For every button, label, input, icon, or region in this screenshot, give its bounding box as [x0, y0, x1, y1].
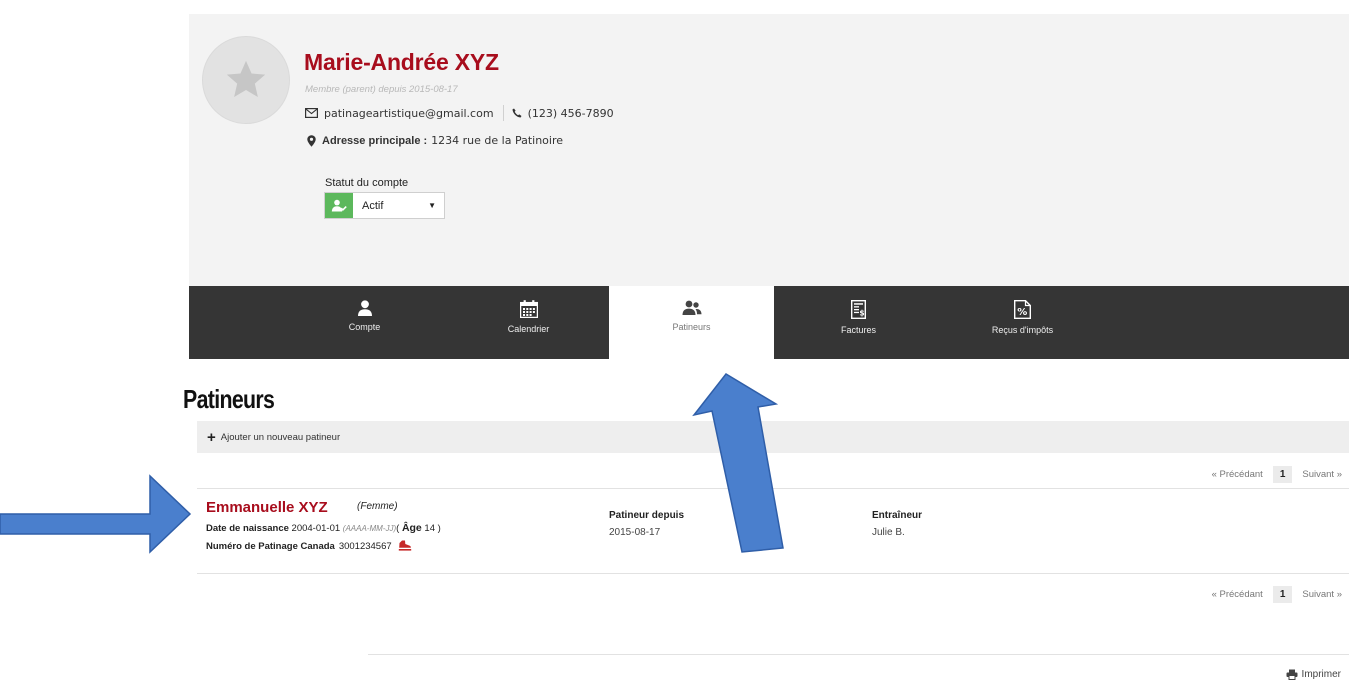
invoice-icon: $ [851, 300, 866, 319]
phone-icon [512, 108, 522, 118]
number-value: 3001234567 [338, 540, 392, 552]
tab-recus-impots[interactable]: % Reçus d'impôts [940, 286, 1105, 359]
skater-since-label: Patineur depuis [609, 510, 685, 521]
percent-receipt-icon: % [1014, 300, 1031, 319]
tab-factures-label: Factures [840, 325, 876, 335]
pager-page[interactable]: 1 [1272, 466, 1293, 483]
tab-factures[interactable]: $ Factures [776, 286, 941, 359]
status-select[interactable]: Actif ▼ [324, 192, 445, 219]
profile-header: Marie-Andrée XYZ Membre (parent) depuis … [189, 14, 1349, 286]
coach-label: Entraîneur [872, 510, 923, 521]
status-label: Statut du compte [325, 177, 409, 189]
address-line: Adresse principale : 1234 rue de la Pati… [307, 134, 563, 147]
pager-prev[interactable]: « Précédant [1212, 589, 1263, 600]
member-since: Membre (parent) depuis 2015-08-17 [305, 84, 458, 95]
address-label: Adresse principale : [322, 134, 428, 147]
plus-icon: + [207, 428, 216, 446]
pager-page[interactable]: 1 [1272, 586, 1293, 603]
printer-icon [1286, 669, 1298, 680]
pagination-bottom: « Précédant 1 Suivant » [1212, 586, 1342, 603]
users-icon [682, 300, 701, 315]
tab-compte[interactable]: Compte [282, 286, 447, 359]
skater-since-value: 2015-08-17 [609, 527, 661, 538]
skater-age: ( Âge 14 ) [396, 522, 441, 534]
envelope-icon [305, 108, 318, 118]
skate-icon [398, 540, 411, 551]
user-icon [357, 300, 372, 316]
profile-name: Marie-Andrée XYZ [304, 49, 499, 75]
coach-value: Julie B. [872, 527, 905, 538]
tab-patineurs-label: Patineurs [672, 322, 711, 332]
skater-birthdate: Date de naissance 2004-01-01 (AAAA-MM-JJ… [206, 522, 441, 534]
print-button[interactable]: Imprimer [1286, 669, 1341, 680]
caret-down-icon: ▼ [428, 201, 436, 210]
contact-line: patinageartistique@gmail.com (123) 456-7… [305, 105, 614, 121]
skater-number: Numéro de Patinage Canada 3001234567 [206, 540, 412, 552]
footer-divider [368, 654, 1349, 655]
tab-patineurs[interactable]: Patineurs [609, 286, 774, 359]
star-icon [226, 60, 266, 98]
skater-row: Emmanuelle XYZ (Femme) Date de naissance… [197, 488, 1349, 574]
map-pin-icon [307, 134, 316, 147]
tab-recus-impots-label: Reçus d'impôts [991, 325, 1054, 335]
email-link[interactable]: patinageartistique@gmail.com [324, 107, 494, 120]
skater-gender: (Femme) [357, 501, 398, 512]
svg-text:%: % [1017, 307, 1027, 318]
dob-value: 2004-01-01 [291, 523, 341, 534]
tab-compte-label: Compte [348, 322, 381, 332]
phone-number[interactable]: (123) 456-7890 [528, 107, 614, 120]
arrow-right-icon [0, 474, 192, 554]
add-skater-label: Ajouter un nouveau patineur [220, 431, 341, 443]
dob-label: Date de naissance [206, 523, 289, 534]
pager-next[interactable]: Suivant » [1302, 469, 1342, 480]
calendar-icon [519, 300, 538, 318]
address-value: 1234 rue de la Patinoire [431, 134, 564, 147]
account-nav: Compte Calendrier Patineurs $ Factures %… [189, 286, 1349, 359]
avatar[interactable] [202, 36, 290, 124]
add-skater-button[interactable]: + Ajouter un nouveau patineur [197, 421, 1349, 453]
dob-format: (AAAA-MM-JJ) [342, 524, 397, 533]
section-title: Patineurs [183, 384, 275, 414]
number-label: Numéro de Patinage Canada [206, 540, 335, 552]
print-label: Imprimer [1301, 669, 1341, 680]
skater-name-link[interactable]: Emmanuelle XYZ [206, 499, 328, 516]
tab-calendrier[interactable]: Calendrier [446, 286, 611, 359]
user-check-icon [325, 193, 353, 218]
tab-calendrier-label: Calendrier [507, 324, 550, 334]
status-value: Actif [362, 199, 384, 212]
pager-prev[interactable]: « Précédant [1212, 469, 1263, 480]
pagination-top: « Précédant 1 Suivant » [1212, 466, 1342, 483]
svg-text:$: $ [859, 309, 864, 318]
pager-next[interactable]: Suivant » [1302, 589, 1342, 600]
